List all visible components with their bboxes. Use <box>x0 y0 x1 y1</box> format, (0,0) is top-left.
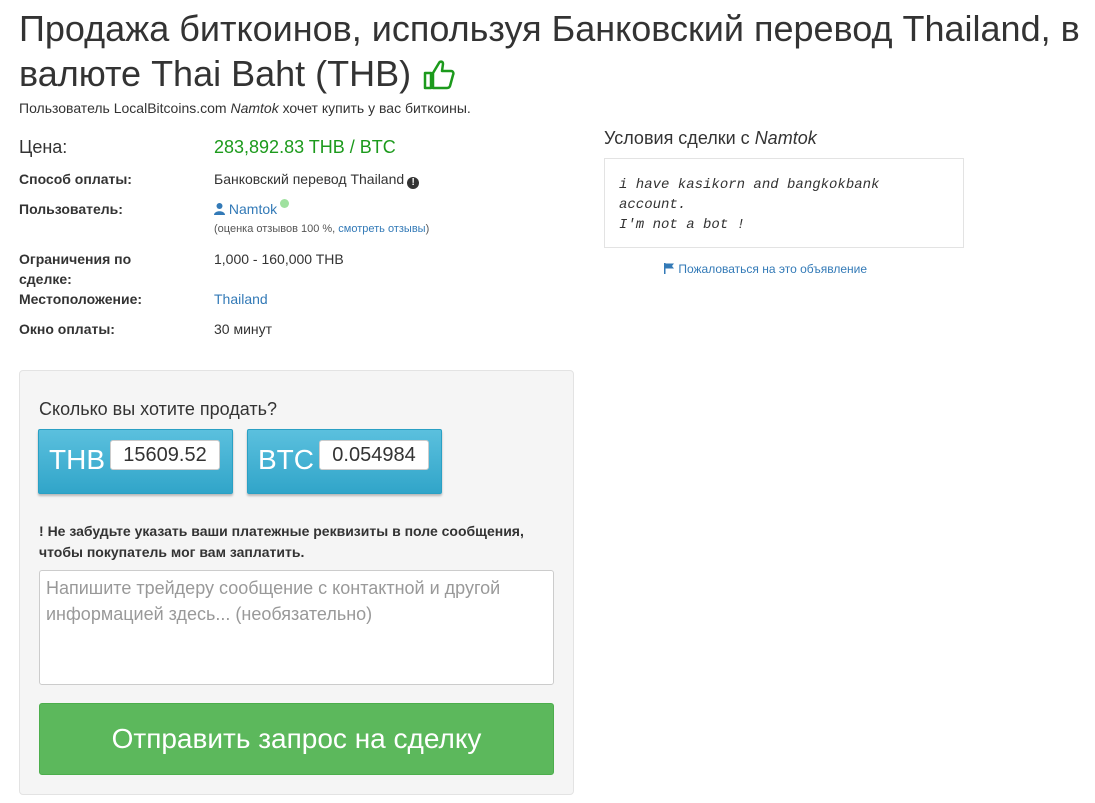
feedback-close: ) <box>425 223 430 235</box>
user-label: Пользователь: <box>19 201 123 217</box>
fiat-amount-input[interactable] <box>110 440 220 470</box>
payment-method-text: Банковский перевод Thailand <box>214 171 405 187</box>
trade-limits-label: Ограничения по сделке: <box>19 251 132 287</box>
btc-amount-input[interactable] <box>319 440 429 470</box>
online-status-icon <box>280 199 290 208</box>
view-feedback-link[interactable]: смотреть отзывы <box>338 223 425 235</box>
fiat-amount-box: THB <box>38 429 233 494</box>
payment-method-label: Способ оплаты: <box>19 171 132 187</box>
feedback-summary: (оценка отзывов 100 %, смотреть отзывы) <box>214 223 429 235</box>
message-textarea[interactable] <box>39 570 554 685</box>
warning-mark: ! <box>39 523 44 539</box>
user-value: Namtok <box>214 199 290 219</box>
trade-form-panel: Сколько вы хотите продать? THB BTC ! Не … <box>19 370 574 795</box>
terms-text: i have kasikorn and bangkokbank account.… <box>619 177 880 233</box>
trade-limits-value: 1,000 - 160,000 THB <box>214 251 344 267</box>
subtitle-username: Namtok <box>230 100 279 116</box>
page-title-text: Продажа биткоинов, используя Банковский … <box>19 8 1080 94</box>
payment-window-label: Окно оплаты: <box>19 321 115 337</box>
btc-currency-code: BTC <box>258 444 314 475</box>
subtitle-suffix: хочет купить у вас биткоины. <box>282 100 471 116</box>
terms-title: Условия сделки с Namtok <box>604 128 817 149</box>
price-label: Цена: <box>19 137 68 157</box>
location-label: Местоположение: <box>19 291 143 307</box>
fiat-currency-code: THB <box>49 444 105 475</box>
thumbs-up-icon <box>423 55 455 100</box>
flag-icon <box>664 262 675 276</box>
location-link[interactable]: Thailand <box>214 289 268 309</box>
user-icon <box>214 201 225 217</box>
payment-method-value: Банковский перевод Thailand! <box>214 169 420 189</box>
amount-question: Сколько вы хотите продать? <box>39 399 278 419</box>
page-title: Продажа биткоинов, используя Банковский … <box>19 6 1089 100</box>
user-link[interactable]: Namtok <box>229 201 277 217</box>
subtitle-prefix: Пользователь LocalBitcoins.com <box>19 100 227 116</box>
terms-title-user: Namtok <box>754 128 817 148</box>
terms-title-prefix: Условия сделки с <box>604 128 750 148</box>
page-subtitle: Пользователь LocalBitcoins.com Namtok хо… <box>19 100 471 116</box>
info-circle-icon[interactable]: ! <box>407 177 420 189</box>
terms-box: i have kasikorn and bangkokbank account.… <box>604 158 964 248</box>
report-ad-link[interactable]: Пожаловаться на это объявление <box>664 262 867 276</box>
payment-details-warning: ! Не забудьте указать ваши платежные рек… <box>39 521 539 563</box>
feedback-text: (оценка отзывов 100 %, <box>214 223 336 235</box>
warning-text: Не забудьте указать ваши платежные рекви… <box>39 523 524 560</box>
price-value: 283,892.83 THB / BTC <box>214 137 396 157</box>
payment-window-value: 30 минут <box>214 321 273 337</box>
send-trade-request-button[interactable]: Отправить запрос на сделку <box>39 703 554 775</box>
btc-amount-box: BTC <box>247 429 442 494</box>
report-ad-label: Пожаловаться на это объявление <box>678 262 868 276</box>
